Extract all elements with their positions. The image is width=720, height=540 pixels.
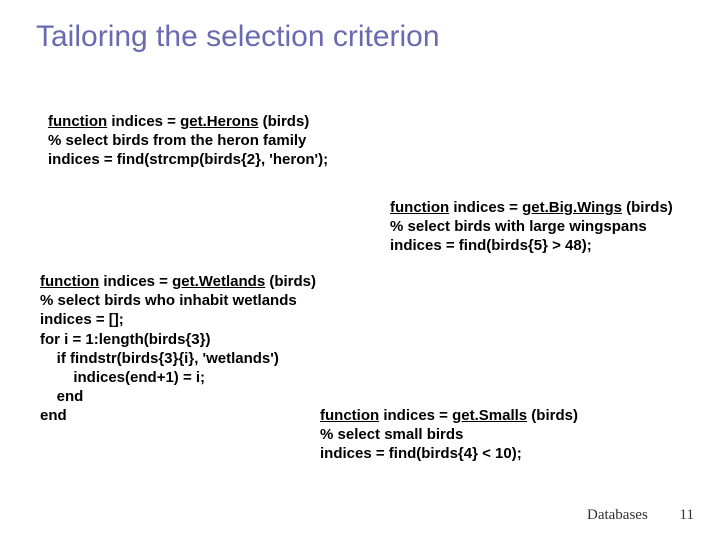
code-get-bigwings: function indices = get.Big.Wings (birds)… bbox=[390, 198, 673, 256]
code-text: (birds) bbox=[258, 113, 309, 130]
code-line: function indices = get.Big.Wings (birds) bbox=[390, 198, 673, 217]
code-line: indices(end+1) = i; bbox=[40, 368, 316, 387]
code-line: function indices = get.Herons (birds) bbox=[48, 112, 328, 131]
code-line: % select birds from the heron family bbox=[48, 131, 328, 150]
code-text: (birds) bbox=[527, 407, 578, 424]
code-text: indices = bbox=[107, 113, 180, 130]
code-line: for i = 1:length(birds{3}) bbox=[40, 330, 316, 349]
code-line: indices = find(birds{4} < 10); bbox=[320, 444, 578, 463]
code-line: function indices = get.Smalls (birds) bbox=[320, 406, 578, 425]
slide: Tailoring the selection criterion functi… bbox=[0, 0, 720, 540]
code-line: end bbox=[40, 387, 316, 406]
code-text: indices = bbox=[379, 407, 452, 424]
page-title: Tailoring the selection criterion bbox=[36, 20, 684, 54]
fn-name-smalls: get.Smalls bbox=[452, 407, 527, 424]
code-get-wetlands: function indices = get.Wetlands (birds) … bbox=[40, 272, 316, 426]
code-line: end bbox=[40, 406, 316, 425]
fn-name-wetlands: get.Wetlands bbox=[172, 273, 265, 290]
code-get-smalls: function indices = get.Smalls (birds) % … bbox=[320, 406, 578, 464]
code-text: indices = bbox=[449, 199, 522, 216]
fn-name-bigwings: get.Big.Wings bbox=[522, 199, 622, 216]
keyword-function: function bbox=[320, 407, 379, 424]
code-line: indices = find(strcmp(birds{2}, 'heron')… bbox=[48, 150, 328, 169]
code-text: indices = bbox=[99, 273, 172, 290]
code-line: % select small birds bbox=[320, 425, 578, 444]
footer: Databases 11 bbox=[587, 507, 694, 524]
keyword-function: function bbox=[48, 113, 107, 130]
code-line: function indices = get.Wetlands (birds) bbox=[40, 272, 316, 291]
page-number: 11 bbox=[680, 507, 694, 524]
code-line: indices = []; bbox=[40, 310, 316, 329]
code-text: (birds) bbox=[622, 199, 673, 216]
keyword-function: function bbox=[390, 199, 449, 216]
footer-label: Databases bbox=[587, 507, 648, 523]
code-line: if findstr(birds{3}{i}, 'wetlands') bbox=[40, 349, 316, 368]
keyword-function: function bbox=[40, 273, 99, 290]
code-text: (birds) bbox=[265, 273, 316, 290]
code-line: indices = find(birds{5} > 48); bbox=[390, 236, 673, 255]
fn-name-herons: get.Herons bbox=[180, 113, 258, 130]
code-line: % select birds who inhabit wetlands bbox=[40, 291, 316, 310]
code-get-herons: function indices = get.Herons (birds) % … bbox=[48, 112, 328, 170]
code-line: % select birds with large wingspans bbox=[390, 217, 673, 236]
